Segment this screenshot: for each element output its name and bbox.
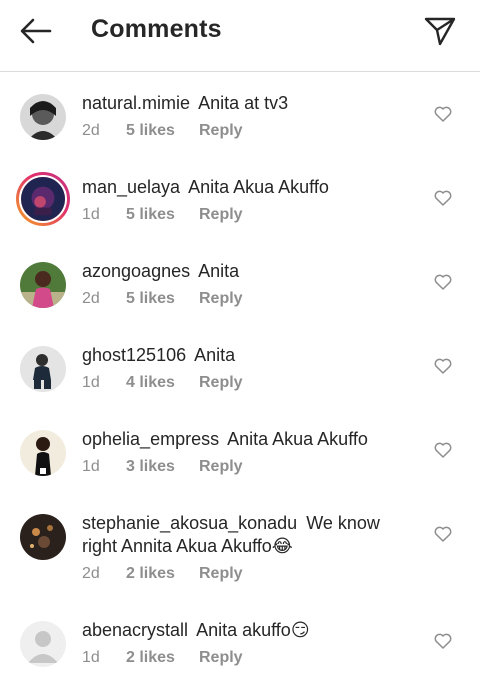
heart-outline-icon	[434, 106, 452, 122]
comment-time: 2d	[82, 122, 100, 139]
reply-button[interactable]: Reply	[199, 649, 243, 667]
back-button[interactable]	[16, 14, 56, 48]
comment-text: Anita Akua Akuffo	[188, 177, 329, 197]
reply-button[interactable]: Reply	[199, 122, 243, 140]
comment-text: Anita Akua Akuffo	[227, 429, 368, 449]
comment-username[interactable]: natural.mimie	[82, 93, 190, 113]
comment-likes[interactable]: 3 likes	[126, 458, 199, 476]
comment-username[interactable]: man_uelaya	[82, 177, 180, 197]
comment-likes[interactable]: 5 likes	[126, 290, 199, 308]
like-button[interactable]	[432, 272, 454, 292]
comment-time: 1d	[82, 458, 100, 475]
heart-outline-icon	[434, 526, 452, 542]
reply-button[interactable]: Reply	[199, 290, 243, 308]
comment-likes[interactable]: 5 likes	[126, 206, 199, 224]
comment-time: 1d	[82, 649, 100, 666]
like-button[interactable]	[432, 356, 454, 376]
comment-text: Anita	[198, 261, 240, 281]
like-button[interactable]	[432, 104, 454, 124]
comment-item: natural.mimie Anita at tv3 2d 5 likes Re…	[0, 92, 480, 162]
comment-username[interactable]: stephanie_akosua_konadu	[82, 513, 297, 533]
heart-outline-icon	[434, 358, 452, 374]
heart-outline-icon	[434, 442, 452, 458]
arrow-left-icon	[20, 18, 52, 44]
avatar[interactable]	[20, 346, 66, 392]
comment-username[interactable]: ophelia_empress	[82, 429, 219, 449]
heart-outline-icon	[434, 190, 452, 206]
comment-text: Anita	[194, 345, 236, 365]
comment-time: 1d	[82, 374, 100, 391]
comment-text: Anita at tv3	[198, 93, 289, 113]
avatar[interactable]	[20, 514, 66, 560]
comment-item: stephanie_akosua_konadu We know right An…	[0, 512, 480, 592]
comment-username[interactable]: ghost125106	[82, 345, 186, 365]
avatar[interactable]	[20, 621, 66, 667]
heart-outline-icon	[434, 274, 452, 290]
comment-item: ophelia_empress Anita Akua Akuffo 1d 3 l…	[0, 428, 480, 498]
comment-username[interactable]: abenacrystall	[82, 620, 188, 640]
comment-item: ghost125106 Anita 1d 4 likes Reply	[0, 344, 480, 414]
heart-outline-icon	[434, 633, 452, 649]
comment-likes[interactable]: 5 likes	[126, 122, 199, 140]
comment-text: Anita akuffo😏	[196, 620, 310, 640]
avatar[interactable]	[16, 172, 70, 226]
comment-item: man_uelaya Anita Akua Akuffo 1d 5 likes …	[0, 172, 480, 246]
like-button[interactable]	[432, 524, 454, 544]
comment-time: 2d	[82, 290, 100, 307]
avatar[interactable]	[20, 430, 66, 476]
reply-button[interactable]: Reply	[199, 458, 243, 476]
reply-button[interactable]: Reply	[199, 374, 243, 392]
comment-likes[interactable]: 2 likes	[126, 649, 199, 667]
comment-item: abenacrystall Anita akuffo😏 1d 2 likes R…	[0, 619, 480, 679]
comment-likes[interactable]: 2 likes	[126, 565, 199, 583]
like-button[interactable]	[432, 440, 454, 460]
page-title: Comments	[91, 15, 222, 43]
paper-plane-icon	[424, 17, 456, 46]
like-button[interactable]	[432, 188, 454, 208]
like-button[interactable]	[432, 631, 454, 651]
avatar[interactable]	[20, 262, 66, 308]
header-bar: Comments	[0, 0, 480, 72]
share-button[interactable]	[420, 12, 460, 50]
avatar[interactable]	[20, 94, 66, 140]
comment-item: azongoagnes Anita 2d 5 likes Reply	[0, 260, 480, 330]
reply-button[interactable]: Reply	[199, 206, 243, 224]
reply-button[interactable]: Reply	[199, 565, 243, 583]
comment-likes[interactable]: 4 likes	[126, 374, 199, 392]
comment-username[interactable]: azongoagnes	[82, 261, 190, 281]
comment-time: 2d	[82, 565, 100, 582]
comment-time: 1d	[82, 206, 100, 223]
